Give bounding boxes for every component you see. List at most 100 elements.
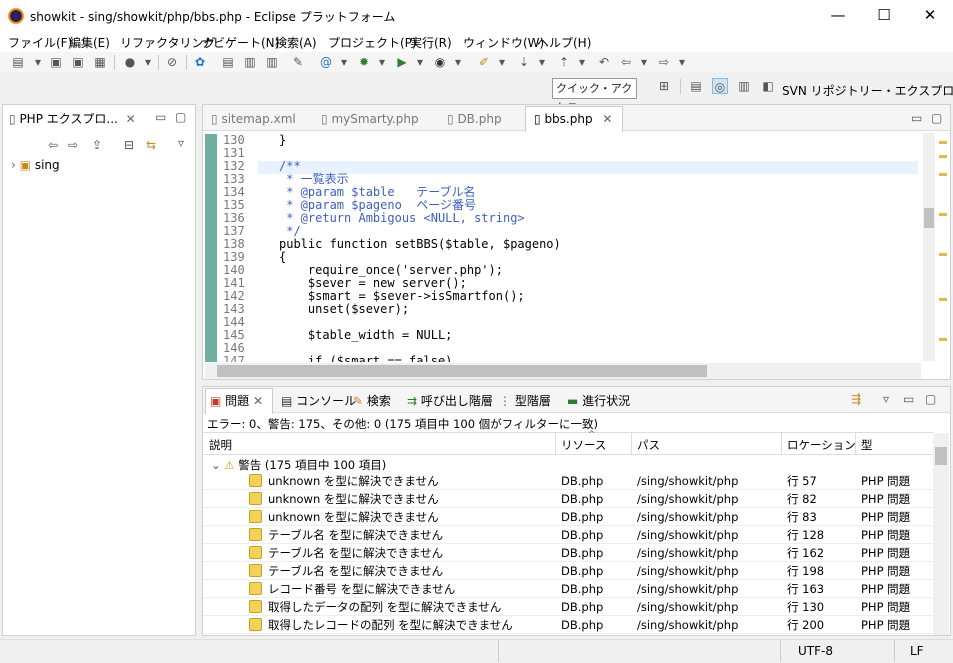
tree-item-sing[interactable]: › ▣ sing xyxy=(11,158,60,172)
table-row[interactable]: テーブル名 を型に解決できません DB.php/sing/showkit/php 行… xyxy=(203,544,933,562)
tab-sitemap[interactable]: ▯ sitemap.xml xyxy=(211,107,296,131)
maximize-button[interactable]: ☐ xyxy=(861,0,907,31)
tab-db[interactable]: ▯ DB.php xyxy=(447,107,502,131)
maximize-view-icon[interactable]: ▢ xyxy=(925,392,936,406)
menu-project[interactable]: プロジェクト(P) xyxy=(328,34,417,51)
tab-mysmarty[interactable]: ▯ mySmarty.php xyxy=(321,107,419,131)
menu-window[interactable]: ウィンドウ(W) xyxy=(463,34,544,51)
table-row[interactable]: テーブル名 を型に解決できません DB.php/sing/showkit/php 行… xyxy=(203,526,933,544)
dropdown-icon[interactable]: ▾ xyxy=(374,54,390,70)
table-scrollbar[interactable] xyxy=(933,433,949,635)
dropdown-icon[interactable]: ▾ xyxy=(140,54,156,70)
dropdown-icon[interactable]: ▾ xyxy=(534,54,550,70)
dropdown-icon[interactable]: ▾ xyxy=(494,54,510,70)
column-description[interactable]: 説明 xyxy=(209,437,232,453)
tab-search[interactable]: ✎ 検索 xyxy=(353,389,391,413)
minimize-view-icon[interactable]: ▭ xyxy=(155,110,166,124)
back-icon[interactable]: ⇦ xyxy=(45,137,61,153)
save-all-icon[interactable]: ▣ xyxy=(70,54,86,70)
horizontal-scrollbar[interactable] xyxy=(205,363,921,379)
class-icon[interactable]: ▥ xyxy=(242,54,258,70)
dropdown-icon[interactable]: ▾ xyxy=(30,54,46,70)
chevron-down-icon[interactable]: ⌄ xyxy=(211,458,221,472)
warnings-group[interactable]: ⌄ ⚠ 警告 (175 項目中 100 項目) xyxy=(211,457,386,473)
maximize-view-icon[interactable]: ▢ xyxy=(175,110,186,124)
dropdown-icon[interactable]: ▾ xyxy=(636,54,652,70)
menu-edit[interactable]: 編集(E) xyxy=(69,34,110,51)
tab-console[interactable]: ▤ コンソール xyxy=(281,389,356,413)
close-icon[interactable]: ✕ xyxy=(602,112,612,126)
collapse-all-icon[interactable]: ⊟ xyxy=(121,137,137,153)
filter-icon[interactable]: ⇶ xyxy=(851,392,861,406)
open-perspective-icon[interactable]: ⊞ xyxy=(656,78,672,94)
dropdown-icon[interactable]: ▾ xyxy=(412,54,428,70)
table-row[interactable]: 取得したレコードの配列 を型に解決できません DB.php/sing/showki… xyxy=(203,616,933,634)
dropdown-icon[interactable]: ▾ xyxy=(450,54,466,70)
dropdown-icon[interactable]: ▾ xyxy=(574,54,590,70)
user-icon[interactable]: ● xyxy=(122,54,138,70)
close-icon[interactable]: ✕ xyxy=(253,394,263,408)
interface-icon[interactable]: ▥ xyxy=(264,54,280,70)
settings-icon[interactable]: ✿ xyxy=(192,54,208,70)
menu-run[interactable]: 実行(R) xyxy=(410,34,452,51)
tab-php-explorer[interactable]: ▯ PHP エクスプロ... ✕ xyxy=(9,107,136,131)
php-icon[interactable]: ▤ xyxy=(220,54,236,70)
tab-progress[interactable]: ▬ 進行状況 xyxy=(567,389,630,413)
dropdown-icon[interactable]: ▾ xyxy=(674,54,690,70)
column-path[interactable]: パス xyxy=(637,437,660,453)
skip-breakpoints-icon[interactable]: ⊘ xyxy=(164,54,180,70)
table-row[interactable]: テーブル名 を型に解決できません DB.php/sing/showkit/php 行… xyxy=(203,562,933,580)
tab-call-hierarchy[interactable]: ⇉ 呼び出し階層 xyxy=(407,389,493,413)
prev-annotation-icon[interactable]: ⇡ xyxy=(556,54,572,70)
column-type[interactable]: 型 xyxy=(861,437,873,453)
php-perspective-icon[interactable]: ▤ xyxy=(688,78,704,94)
at-icon[interactable]: @ xyxy=(318,54,334,70)
table-row[interactable]: unknown を型に解決できません DB.php/sing/showkit/ph… xyxy=(203,472,933,490)
next-annotation-icon[interactable]: ⇣ xyxy=(516,54,532,70)
back-icon[interactable]: ⇦ xyxy=(618,54,634,70)
team-perspective-icon[interactable]: ▥ xyxy=(736,78,752,94)
column-location[interactable]: ロケーション xyxy=(787,437,856,453)
code-area[interactable]: 130} 131 132/** 133 * 一覧表示 134 * @param $tab… xyxy=(203,134,919,362)
chevron-right-icon[interactable]: › xyxy=(11,158,16,172)
close-button[interactable]: ✕ xyxy=(907,0,953,31)
run-icon[interactable]: ▶ xyxy=(394,54,410,70)
minimize-button[interactable]: — xyxy=(815,0,861,31)
view-menu-icon[interactable]: ▿ xyxy=(883,392,889,406)
svn-perspective-icon[interactable]: ◧ xyxy=(760,78,776,94)
menu-file[interactable]: ファイル(F) xyxy=(8,34,72,51)
svn-perspective-label[interactable]: SVN リポジトリー・エクスプローラー xyxy=(782,82,953,99)
tab-problems[interactable]: ▣ 問題 ✕ xyxy=(205,388,273,414)
menu-search[interactable]: 検索(A) xyxy=(275,34,317,51)
save-icon[interactable]: ▣ xyxy=(48,54,64,70)
view-menu-icon[interactable]: ▿ xyxy=(173,135,189,151)
minimize-view-icon[interactable]: ▭ xyxy=(903,392,914,406)
pin-icon[interactable]: ✐ xyxy=(476,54,492,70)
link-editor-icon[interactable]: ⇆ xyxy=(143,137,159,153)
external-tools-icon[interactable]: ◉ xyxy=(432,54,448,70)
maximize-view-icon[interactable]: ▢ xyxy=(931,111,942,125)
forward-icon[interactable]: ⇨ xyxy=(65,137,81,153)
menu-help[interactable]: ヘルプ(H) xyxy=(537,34,591,51)
debug-perspective-icon[interactable]: ◎ xyxy=(712,78,728,94)
print-icon[interactable]: ▦ xyxy=(92,54,108,70)
tab-bbs[interactable]: ▯ bbs.php ✕ xyxy=(525,106,623,132)
forward-icon[interactable]: ⇨ xyxy=(656,54,672,70)
debug-icon[interactable]: ✹ xyxy=(356,54,372,70)
dropdown-icon[interactable]: ▾ xyxy=(336,54,352,70)
table-row[interactable]: unknown を型に解決できません DB.php/sing/showkit/ph… xyxy=(203,508,933,526)
minimize-view-icon[interactable]: ▭ xyxy=(911,111,922,125)
table-row[interactable]: unknown を型に解決できません DB.php/sing/showkit/ph… xyxy=(203,490,933,508)
quick-access-input[interactable]: クイック・アクセス xyxy=(552,78,637,114)
last-edit-icon[interactable]: ↶ xyxy=(596,54,612,70)
menu-navigate[interactable]: ナビゲート(N) xyxy=(201,34,279,51)
new-icon[interactable]: ▤ xyxy=(10,54,26,70)
up-icon[interactable]: ⇪ xyxy=(89,137,105,153)
close-icon[interactable]: ✕ xyxy=(126,112,136,126)
column-resource[interactable]: リソース xyxy=(561,437,606,453)
brush-icon[interactable]: ✎ xyxy=(290,54,306,70)
vertical-scrollbar[interactable] xyxy=(923,133,935,361)
table-row[interactable]: 取得したデータの配列 を型に解決できません DB.php/sing/showkit… xyxy=(203,598,933,616)
table-row[interactable]: レコード番号 を型に解決できません DB.php/sing/showkit/php… xyxy=(203,580,933,598)
tab-type-hierarchy[interactable]: ⋮ 型階層 xyxy=(499,389,551,413)
